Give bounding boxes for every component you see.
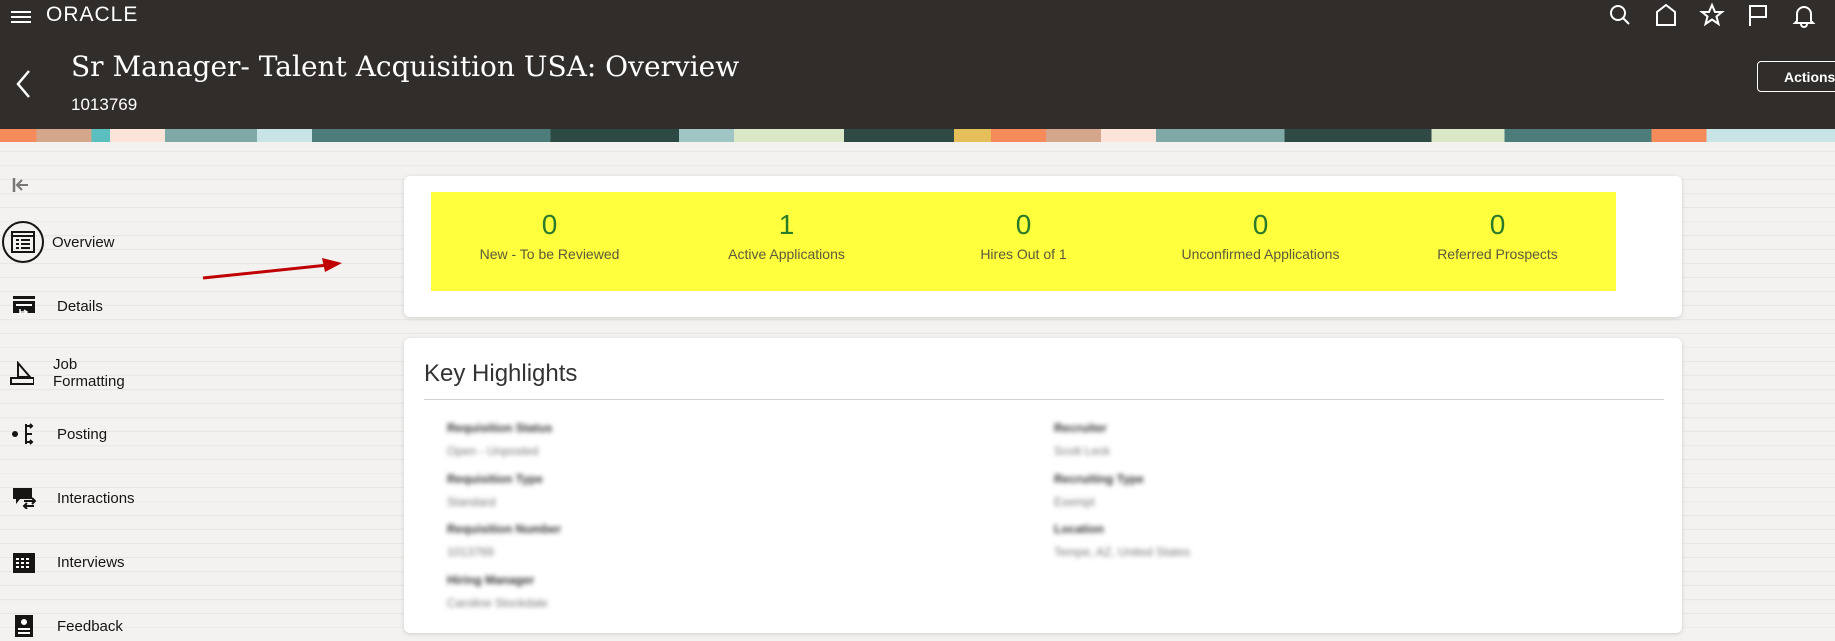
requisition-id: 1013769 <box>71 95 138 114</box>
metric-hires[interactable]: 0 Hires Out of 1 <box>905 192 1142 291</box>
metric-label: Active Applications <box>728 246 845 262</box>
sidebar-item-label: Interactions <box>57 489 135 507</box>
metric-label: Unconfirmed Applications <box>1181 246 1340 262</box>
feedback-badge-icon <box>10 612 38 640</box>
favorites-star-icon[interactable] <box>1699 2 1725 28</box>
metric-value: 0 <box>1489 209 1506 240</box>
divider <box>424 399 1664 400</box>
sidebar-item-posting[interactable]: Posting <box>10 420 107 448</box>
field-requisition-status: Requisition Status Open - Unposted <box>447 421 553 458</box>
menu-icon[interactable] <box>11 8 31 24</box>
posting-branch-icon <box>10 420 38 448</box>
annotation-arrow <box>202 258 342 280</box>
key-highlights-title: Key Highlights <box>424 360 578 387</box>
field-recruiting-type: Recruiting Type Exempt <box>1054 472 1144 509</box>
sidebar-item-feedback[interactable]: Feedback <box>10 612 123 640</box>
metric-value: 0 <box>1015 209 1032 240</box>
sidebar-item-job-formatting[interactable]: Job Formatting <box>10 356 129 390</box>
oracle-logo[interactable]: ORACLE <box>46 3 138 27</box>
metric-label: Referred Prospects <box>1437 246 1558 262</box>
sidebar-item-label: Job Formatting <box>53 356 125 390</box>
metric-unconfirmed-applications[interactable]: 0 Unconfirmed Applications <box>1142 192 1379 291</box>
sidebar-item-label: Feedback <box>57 617 123 635</box>
sidebar-item-label: Details <box>57 297 103 315</box>
collapse-panel-icon[interactable] <box>12 176 30 194</box>
calendar-icon <box>10 548 38 576</box>
ruler-triangle-icon <box>10 359 34 387</box>
metric-value: 1 <box>778 209 795 240</box>
metric-value: 0 <box>1252 209 1269 240</box>
metric-label: Hires Out of 1 <box>980 246 1067 262</box>
field-location: Location Tempe, AZ, United States <box>1054 522 1191 559</box>
search-icon[interactable] <box>1607 2 1633 28</box>
requisition-metrics-card: 0 New - To be Reviewed 1 Active Applicatio… <box>404 176 1682 317</box>
field-recruiter: Recruiter Scott Leck <box>1054 421 1111 458</box>
sidebar-item-overview[interactable]: Overview <box>2 221 115 263</box>
field-requisition-number: Requisition Number 1013769 <box>447 522 562 559</box>
key-highlights-card: Key Highlights Requisition Status Open - … <box>404 338 1682 633</box>
sidebar-item-label: Posting <box>57 425 108 443</box>
page-title: Sr Manager- Talent Acquisition USA: Over… <box>71 50 740 83</box>
notifications-bell-icon[interactable] <box>1791 2 1817 28</box>
sidebar-item-label: Interviews <box>57 553 125 571</box>
metric-new-to-be-reviewed[interactable]: 0 New - To be Reviewed <box>431 192 668 291</box>
metrics-strip: 0 New - To be Reviewed 1 Active Applicatio… <box>431 192 1616 291</box>
overview-list-icon <box>2 221 44 263</box>
sidebar-item-interviews[interactable]: Interviews <box>10 548 125 576</box>
metric-active-applications[interactable]: 1 Active Applications <box>668 192 905 291</box>
metric-referred-prospects[interactable]: 0 Referred Prospects <box>1379 192 1616 291</box>
actions-button[interactable]: Actions <box>1757 61 1835 92</box>
back-chevron-icon[interactable] <box>14 68 34 100</box>
field-hiring-manager: Hiring Manager Caroline Stockdale <box>447 573 548 610</box>
sidebar-item-label: Overview <box>52 233 115 251</box>
sidebar-item-details[interactable]: Details <box>10 292 103 320</box>
home-icon[interactable] <box>1653 2 1679 28</box>
global-header: ORACLE Sr Manager- Talent Acquisition US… <box>0 0 1835 129</box>
flag-icon[interactable] <box>1745 2 1771 28</box>
sidebar-item-interactions[interactable]: Interactions <box>10 484 135 512</box>
field-requisition-type: Requisition Type Standard <box>447 472 543 509</box>
decorative-banner <box>0 129 1835 142</box>
details-icon <box>10 292 38 320</box>
interactions-chat-icon <box>10 484 38 512</box>
metric-value: 0 <box>541 209 558 240</box>
metric-label: New - To be Reviewed <box>479 246 620 262</box>
